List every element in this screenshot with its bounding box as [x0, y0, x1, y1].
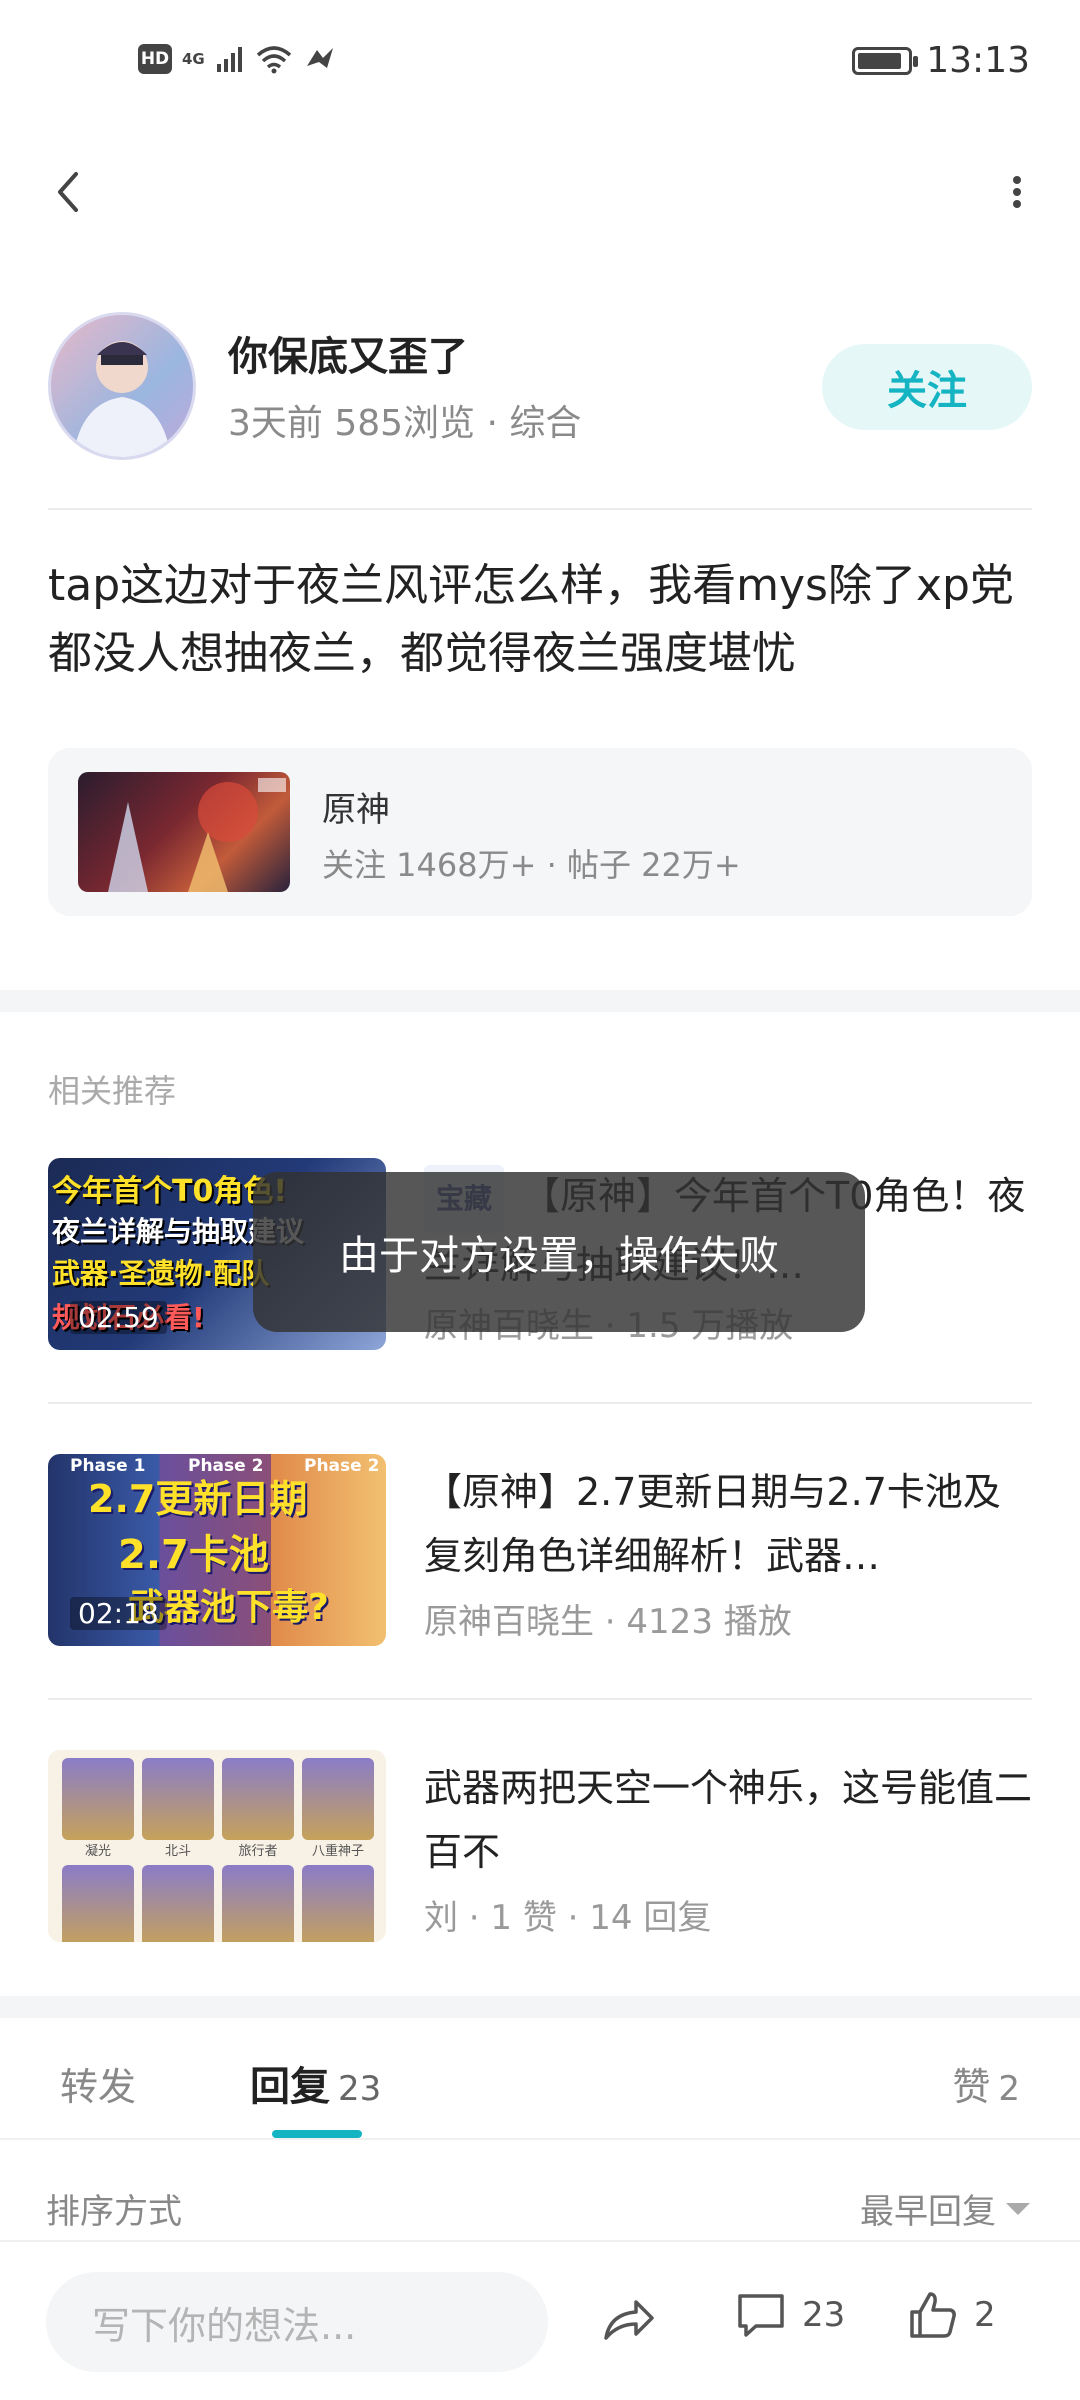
forum-thumbnail — [78, 772, 290, 892]
thumb-text: 2.7卡池 — [118, 1532, 269, 1578]
forum-stats: 关注 1468万+ · 帖子 22万+ — [322, 846, 741, 884]
sort-label: 排序方式 — [46, 2192, 182, 2232]
character-grid: 凝光 北斗 旅行者 八重神子 雷泽 莫娜 安柏 香菱 — [62, 1758, 374, 1942]
character-name: 北斗 — [164, 1844, 191, 1859]
tab-forward[interactable]: 转发 — [60, 2056, 136, 2111]
avatar-image — [73, 341, 171, 457]
comment-button[interactable]: 23 — [734, 2288, 845, 2342]
recommend-item-meta: 原神百晓生 · 4123 播放 — [424, 1602, 792, 1642]
follow-button[interactable]: 关注 — [822, 344, 1032, 430]
clock: 13:13 — [926, 40, 1030, 81]
post-content: tap这边对于夜兰风评怎么样，我看mys除了xp党都没人想抽夜兰，都觉得夜兰强度… — [48, 560, 1014, 679]
reply-count: 23 — [338, 2069, 382, 2109]
post-thumbnail: 凝光 北斗 旅行者 八重神子 雷泽 莫娜 安柏 香菱 — [48, 1750, 386, 1942]
character-name: 旅行者 — [238, 1844, 278, 1859]
author-name[interactable]: 你保底又歪了 — [228, 324, 468, 382]
video-duration: 02:18 — [70, 1597, 167, 1630]
thumb-text: Phase 2 — [304, 1456, 380, 1476]
comment-tabs: 转发 回复 23 赞2 — [0, 2018, 1080, 2140]
signal-icon — [216, 47, 242, 72]
comment-count: 23 — [802, 2295, 846, 2335]
thumb-text: 武器·圣遗物·配队 — [52, 1257, 270, 1290]
recommend-item-title: 【原神】2.7更新日期与2.7卡池及复刻角色详细解析！武器… — [424, 1470, 1001, 1578]
character-name: 凝光 — [84, 1844, 111, 1859]
recommend-title: 相关推荐 — [48, 1072, 177, 1110]
divider — [48, 508, 1032, 510]
avatar[interactable] — [48, 312, 196, 460]
hd-icon: HD — [138, 44, 172, 74]
recommend-item-title: 武器两把天空一个神乐，这号能值二百不 — [424, 1766, 1033, 1874]
chevron-down-icon — [1006, 2202, 1030, 2215]
character-card: 北斗 — [142, 1758, 214, 1859]
like-button[interactable]: 2 — [906, 2288, 996, 2342]
character-card: 凝光 — [62, 1758, 134, 1859]
video-thumbnail: Phase 1 Phase 2 Phase 2 2.7更新日期 2.7卡池 武器… — [48, 1454, 386, 1646]
share-icon[interactable] — [596, 2288, 660, 2352]
like-count: 2 — [998, 2069, 1020, 2109]
section-separator — [0, 1996, 1080, 2018]
notification-app-icon — [306, 48, 333, 68]
post-author: 你保底又歪了 3天前 585浏览 · 综合 关注 — [48, 312, 1032, 462]
more-icon[interactable] — [992, 162, 1042, 222]
battery-icon — [852, 46, 919, 75]
wifi-icon — [256, 46, 291, 74]
thumb-text: 2.7更新日期 — [88, 1477, 308, 1521]
character-card: 安柏 — [222, 1865, 294, 1942]
section-separator — [0, 990, 1080, 1012]
post-meta: 3天前 585浏览 · 综合 — [228, 403, 582, 444]
recommend-item[interactable]: Phase 1 Phase 2 Phase 2 2.7更新日期 2.7卡池 武器… — [48, 1454, 1032, 1649]
character-card: 八重神子 — [302, 1758, 374, 1859]
bottom-bar: 写下你的想法... 23 2 — [0, 2240, 1080, 2400]
comment-icon — [738, 2294, 784, 2337]
comment-input[interactable]: 写下你的想法... — [46, 2272, 548, 2372]
recommend-item[interactable]: 凝光 北斗 旅行者 八重神子 雷泽 莫娜 安柏 香菱 武器两把天空一个神乐，这号… — [48, 1750, 1032, 1945]
sort-dropdown[interactable]: 最早回复 — [860, 2184, 1030, 2233]
character-card: 莫娜 — [142, 1865, 214, 1942]
thumb-text: 今年首个T0角色! — [52, 1174, 288, 1209]
tab-reply[interactable]: 回复 23 — [250, 2054, 381, 2112]
tab-like[interactable]: 赞2 — [952, 2056, 1020, 2111]
forum-card[interactable]: 原神 关注 1468万+ · 帖子 22万+ — [48, 748, 1032, 916]
character-card: 香菱 — [302, 1865, 374, 1942]
sort-row: 排序方式 最早回复 — [0, 2180, 1080, 2240]
character-card: 旅行者 — [222, 1758, 294, 1859]
divider — [48, 1402, 1032, 1404]
back-icon[interactable] — [38, 162, 98, 222]
tab-like-label: 赞 — [952, 2065, 991, 2109]
tab-reply-label: 回复 — [250, 2064, 330, 2110]
toast-message: 由于对方设置，操作失败 — [253, 1172, 865, 1332]
status-icons-right: 13:13 — [852, 40, 1030, 81]
active-tab-indicator — [272, 2130, 362, 2138]
thumbs-up-icon — [910, 2292, 956, 2338]
character-card: 雷泽 — [62, 1865, 134, 1942]
like-count-bottom: 2 — [974, 2295, 996, 2335]
divider — [48, 1698, 1032, 1700]
video-duration: 02:59 — [70, 1301, 167, 1334]
status-icons-left: HD 4G — [138, 44, 337, 74]
top-bar — [0, 150, 1080, 240]
sort-selected: 最早回复 — [860, 2192, 996, 2232]
recommend-item-meta: 刘 · 1 赞 · 14 回复 — [424, 1898, 712, 1938]
character-name: 八重神子 — [311, 1844, 364, 1859]
forum-name: 原神 — [322, 790, 390, 830]
network-type: 4G — [182, 50, 205, 68]
status-bar: HD 4G 13:13 — [0, 0, 1080, 130]
